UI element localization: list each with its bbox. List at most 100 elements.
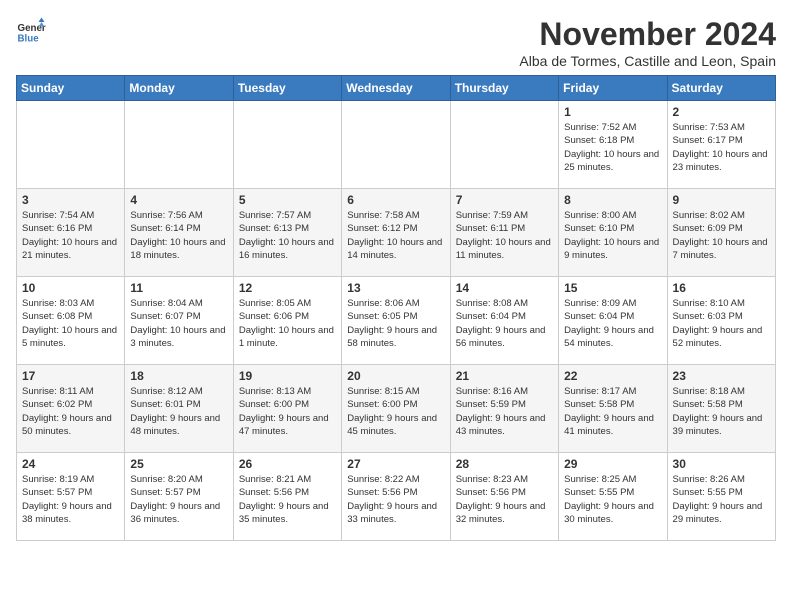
table-cell: 15 Sunrise: 8:09 AM Sunset: 6:04 PM Dayli… (559, 277, 667, 365)
col-saturday: Saturday (667, 76, 775, 101)
day-info: Sunrise: 7:53 AM Sunset: 6:17 PM Dayligh… (673, 121, 770, 174)
day-number: 25 (130, 457, 227, 471)
day-info: Sunrise: 8:05 AM Sunset: 6:06 PM Dayligh… (239, 297, 336, 350)
day-number: 28 (456, 457, 553, 471)
day-info: Sunrise: 8:02 AM Sunset: 6:09 PM Dayligh… (673, 209, 770, 262)
calendar-table: Sunday Monday Tuesday Wednesday Thursday… (16, 75, 776, 541)
day-info: Sunrise: 8:09 AM Sunset: 6:04 PM Dayligh… (564, 297, 661, 350)
day-number: 27 (347, 457, 444, 471)
day-number: 20 (347, 369, 444, 383)
day-info: Sunrise: 8:00 AM Sunset: 6:10 PM Dayligh… (564, 209, 661, 262)
day-number: 23 (673, 369, 770, 383)
table-cell: 7 Sunrise: 7:59 AM Sunset: 6:11 PM Daylig… (450, 189, 558, 277)
table-cell (125, 101, 233, 189)
day-number: 17 (22, 369, 119, 383)
table-cell: 3 Sunrise: 7:54 AM Sunset: 6:16 PM Daylig… (17, 189, 125, 277)
day-info: Sunrise: 7:52 AM Sunset: 6:18 PM Dayligh… (564, 121, 661, 174)
day-info: Sunrise: 8:19 AM Sunset: 5:57 PM Dayligh… (22, 473, 119, 526)
table-cell: 22 Sunrise: 8:17 AM Sunset: 5:58 PM Dayli… (559, 365, 667, 453)
table-cell: 23Sunrise: 8:18 AM Sunset: 5:58 PM Dayli… (667, 365, 775, 453)
day-number: 21 (456, 369, 553, 383)
col-tuesday: Tuesday (233, 76, 341, 101)
day-info: Sunrise: 8:16 AM Sunset: 5:59 PM Dayligh… (456, 385, 553, 438)
table-cell: 29 Sunrise: 8:25 AM Sunset: 5:55 PM Dayli… (559, 453, 667, 541)
day-number: 4 (130, 193, 227, 207)
day-number: 30 (673, 457, 770, 471)
day-info: Sunrise: 8:06 AM Sunset: 6:05 PM Dayligh… (347, 297, 444, 350)
svg-text:Blue: Blue (18, 34, 40, 45)
table-cell: 20 Sunrise: 8:15 AM Sunset: 6:00 PM Dayli… (342, 365, 450, 453)
day-number: 10 (22, 281, 119, 295)
day-info: Sunrise: 8:20 AM Sunset: 5:57 PM Dayligh… (130, 473, 227, 526)
col-sunday: Sunday (17, 76, 125, 101)
table-cell (17, 101, 125, 189)
table-cell: 19Sunrise: 8:13 AM Sunset: 6:00 PM Dayli… (233, 365, 341, 453)
week-row-3: 10 Sunrise: 8:03 AM Sunset: 6:08 PM Dayli… (17, 277, 776, 365)
day-info: Sunrise: 7:56 AM Sunset: 6:14 PM Dayligh… (130, 209, 227, 262)
table-cell: 30 Sunrise: 8:26 AM Sunset: 5:55 PM Dayli… (667, 453, 775, 541)
week-row-1: 1 Sunrise: 7:52 AM Sunset: 6:18 PM Daylig… (17, 101, 776, 189)
day-info: Sunrise: 8:26 AM Sunset: 5:55 PM Dayligh… (673, 473, 770, 526)
day-number: 6 (347, 193, 444, 207)
subtitle: Alba de Tormes, Castille and Leon, Spain (519, 53, 776, 69)
day-number: 11 (130, 281, 227, 295)
day-info: Sunrise: 7:58 AM Sunset: 6:12 PM Dayligh… (347, 209, 444, 262)
col-wednesday: Wednesday (342, 76, 450, 101)
week-row-5: 24 Sunrise: 8:19 AM Sunset: 5:57 PM Dayli… (17, 453, 776, 541)
table-cell: 25 Sunrise: 8:20 AM Sunset: 5:57 PM Dayli… (125, 453, 233, 541)
day-info: Sunrise: 8:10 AM Sunset: 6:03 PM Dayligh… (673, 297, 770, 350)
day-info: Sunrise: 8:11 AM Sunset: 6:02 PM Dayligh… (22, 385, 119, 438)
day-number: 29 (564, 457, 661, 471)
header-row: Sunday Monday Tuesday Wednesday Thursday… (17, 76, 776, 101)
table-cell: 28 Sunrise: 8:23 AM Sunset: 5:56 PM Dayli… (450, 453, 558, 541)
table-cell: 11Sunrise: 8:04 AM Sunset: 6:07 PM Dayli… (125, 277, 233, 365)
table-cell: 12 Sunrise: 8:05 AM Sunset: 6:06 PM Dayli… (233, 277, 341, 365)
page-container: General Blue November 2024 Alba de Torme… (16, 16, 776, 541)
day-number: 22 (564, 369, 661, 383)
title-area: November 2024 Alba de Tormes, Castille a… (519, 16, 776, 69)
col-friday: Friday (559, 76, 667, 101)
day-info: Sunrise: 8:08 AM Sunset: 6:04 PM Dayligh… (456, 297, 553, 350)
table-cell: 17 Sunrise: 8:11 AM Sunset: 6:02 PM Dayli… (17, 365, 125, 453)
day-info: Sunrise: 8:25 AM Sunset: 5:55 PM Dayligh… (564, 473, 661, 526)
day-number: 13 (347, 281, 444, 295)
table-cell: 8Sunrise: 8:00 AM Sunset: 6:10 PM Daylig… (559, 189, 667, 277)
day-number: 9 (673, 193, 770, 207)
day-info: Sunrise: 7:59 AM Sunset: 6:11 PM Dayligh… (456, 209, 553, 262)
day-info: Sunrise: 8:17 AM Sunset: 5:58 PM Dayligh… (564, 385, 661, 438)
day-number: 14 (456, 281, 553, 295)
col-thursday: Thursday (450, 76, 558, 101)
day-number: 24 (22, 457, 119, 471)
table-cell: 10 Sunrise: 8:03 AM Sunset: 6:08 PM Dayli… (17, 277, 125, 365)
day-number: 12 (239, 281, 336, 295)
day-info: Sunrise: 8:23 AM Sunset: 5:56 PM Dayligh… (456, 473, 553, 526)
table-cell (233, 101, 341, 189)
logo: General Blue (16, 16, 46, 46)
day-info: Sunrise: 8:03 AM Sunset: 6:08 PM Dayligh… (22, 297, 119, 350)
table-cell: 24 Sunrise: 8:19 AM Sunset: 5:57 PM Dayli… (17, 453, 125, 541)
day-number: 18 (130, 369, 227, 383)
logo-icon: General Blue (16, 16, 46, 46)
day-number: 3 (22, 193, 119, 207)
header: General Blue November 2024 Alba de Torme… (16, 16, 776, 69)
table-cell: 26Sunrise: 8:21 AM Sunset: 5:56 PM Dayli… (233, 453, 341, 541)
table-cell: 9 Sunrise: 8:02 AM Sunset: 6:09 PM Daylig… (667, 189, 775, 277)
table-cell: 5Sunrise: 7:57 AM Sunset: 6:13 PM Daylig… (233, 189, 341, 277)
table-cell: 4 Sunrise: 7:56 AM Sunset: 6:14 PM Daylig… (125, 189, 233, 277)
day-info: Sunrise: 7:57 AM Sunset: 6:13 PM Dayligh… (239, 209, 336, 262)
table-cell (450, 101, 558, 189)
day-info: Sunrise: 7:54 AM Sunset: 6:16 PM Dayligh… (22, 209, 119, 262)
month-title: November 2024 (519, 16, 776, 53)
day-number: 16 (673, 281, 770, 295)
day-number: 7 (456, 193, 553, 207)
day-number: 15 (564, 281, 661, 295)
table-cell: 2Sunrise: 7:53 AM Sunset: 6:17 PM Daylig… (667, 101, 775, 189)
day-number: 1 (564, 105, 661, 119)
day-info: Sunrise: 8:13 AM Sunset: 6:00 PM Dayligh… (239, 385, 336, 438)
table-cell: 16 Sunrise: 8:10 AM Sunset: 6:03 PM Dayli… (667, 277, 775, 365)
table-cell: 6 Sunrise: 7:58 AM Sunset: 6:12 PM Daylig… (342, 189, 450, 277)
table-cell: 13 Sunrise: 8:06 AM Sunset: 6:05 PM Dayli… (342, 277, 450, 365)
col-monday: Monday (125, 76, 233, 101)
table-cell (342, 101, 450, 189)
day-info: Sunrise: 8:15 AM Sunset: 6:00 PM Dayligh… (347, 385, 444, 438)
